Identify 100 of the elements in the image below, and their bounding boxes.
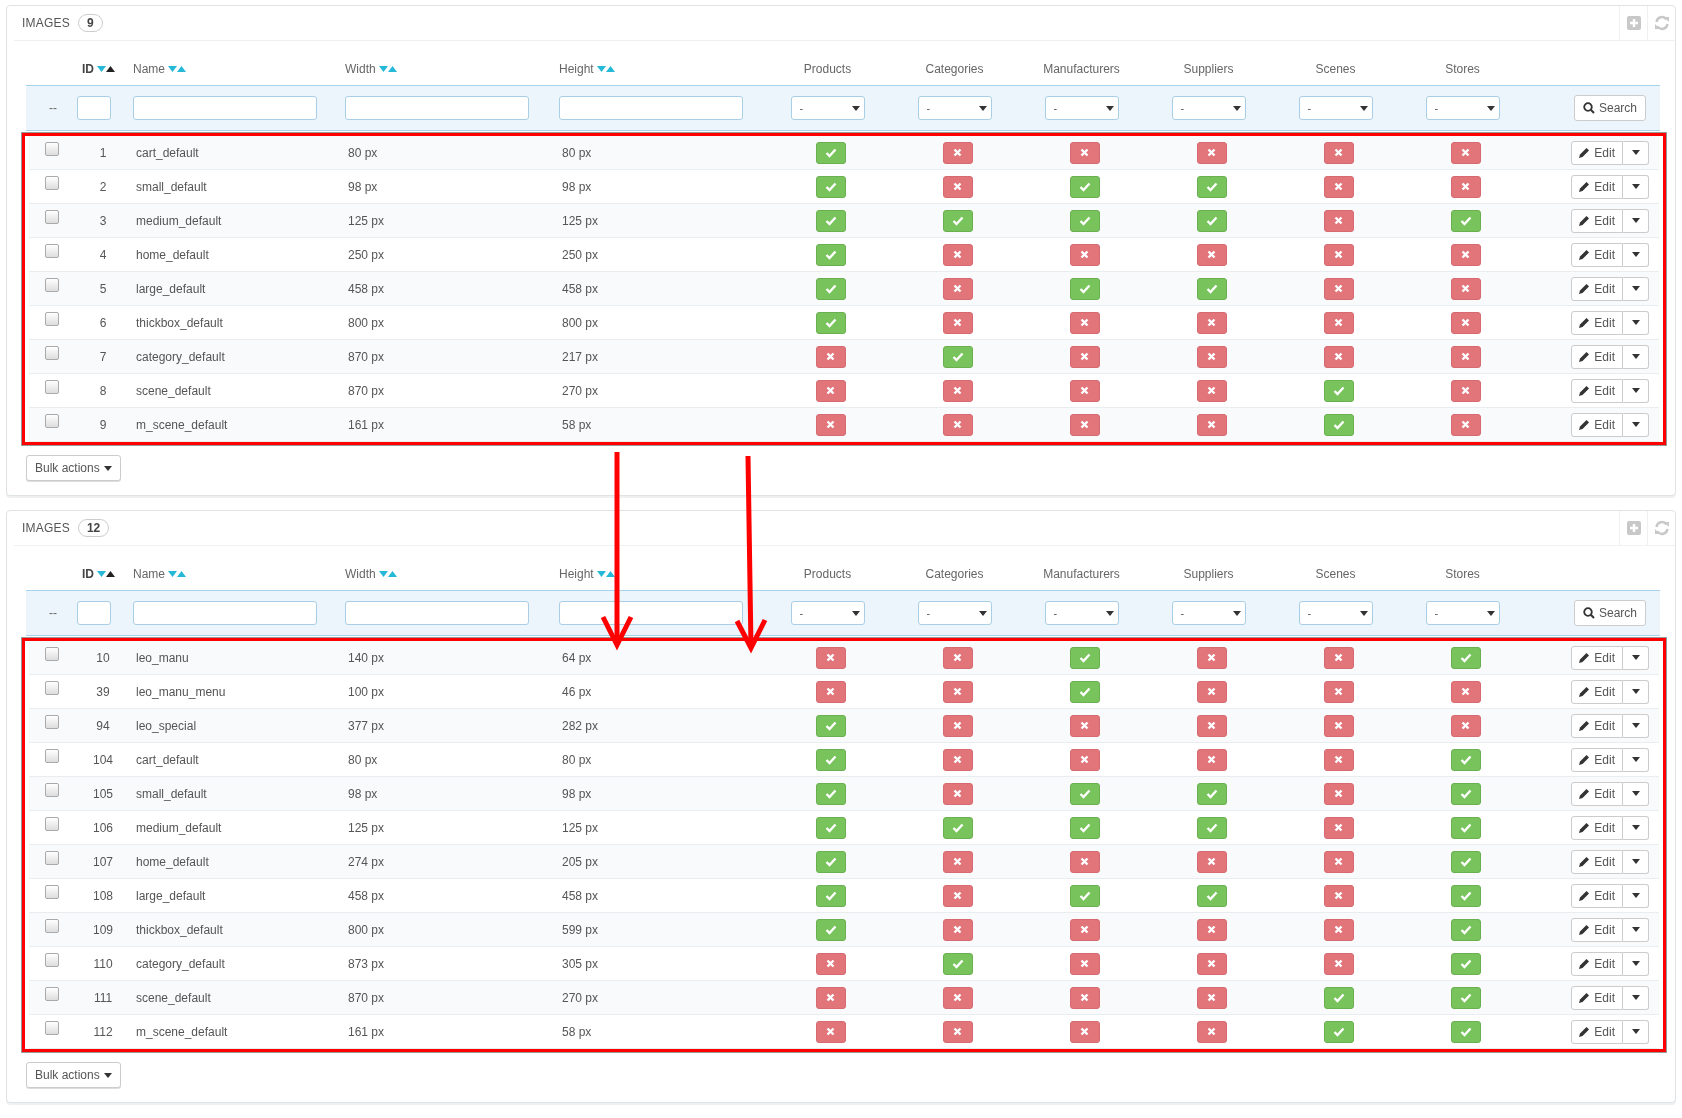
cross-icon[interactable] — [1196, 714, 1227, 737]
cross-icon[interactable] — [1450, 680, 1481, 703]
cross-icon[interactable] — [1323, 243, 1354, 266]
edit-button[interactable]: Edit — [1571, 781, 1623, 806]
cross-icon[interactable] — [1196, 345, 1227, 368]
cross-icon[interactable] — [1196, 646, 1227, 669]
filter-dropdown[interactable]: - — [1044, 96, 1119, 120]
edit-button[interactable]: Edit — [1571, 378, 1623, 403]
cross-icon[interactable] — [942, 850, 973, 873]
cross-icon[interactable] — [942, 782, 973, 805]
dropdown-button[interactable] — [1623, 378, 1649, 403]
filter-field[interactable] — [559, 601, 743, 625]
check-icon[interactable] — [815, 918, 846, 941]
check-icon[interactable] — [1196, 816, 1227, 839]
dropdown-button[interactable] — [1623, 412, 1649, 437]
cross-icon[interactable] — [1069, 345, 1100, 368]
cross-icon[interactable] — [1323, 209, 1354, 232]
cross-icon[interactable] — [815, 1020, 846, 1043]
filter-dropdown[interactable]: - — [1171, 96, 1246, 120]
row-checkbox[interactable] — [45, 277, 59, 292]
cross-icon[interactable] — [1069, 850, 1100, 873]
sort-descending-icon[interactable] — [596, 571, 606, 577]
cross-icon[interactable] — [1196, 850, 1227, 873]
dropdown-button[interactable] — [1623, 679, 1649, 704]
cross-icon[interactable] — [942, 175, 973, 198]
dropdown-button[interactable] — [1623, 849, 1649, 874]
cross-icon[interactable] — [1323, 311, 1354, 334]
edit-button[interactable]: Edit — [1571, 344, 1623, 369]
dropdown-button[interactable] — [1623, 713, 1649, 738]
dropdown-button[interactable] — [1623, 242, 1649, 267]
cross-icon[interactable] — [1196, 952, 1227, 975]
cross-icon[interactable] — [1196, 680, 1227, 703]
bulk-actions-button[interactable]: Bulk actions — [26, 1062, 121, 1088]
cross-icon[interactable] — [1069, 413, 1100, 436]
row-checkbox[interactable] — [45, 952, 59, 967]
check-icon[interactable] — [1323, 986, 1354, 1009]
row-checkbox[interactable] — [45, 413, 59, 428]
cross-icon[interactable] — [815, 413, 846, 436]
filter-dropdown[interactable]: - — [1044, 601, 1119, 625]
edit-button[interactable]: Edit — [1571, 174, 1623, 199]
check-icon[interactable] — [1450, 884, 1481, 907]
dropdown-button[interactable] — [1623, 140, 1649, 165]
cross-icon[interactable] — [1069, 141, 1100, 164]
cross-icon[interactable] — [942, 311, 973, 334]
edit-button[interactable]: Edit — [1571, 645, 1623, 670]
cross-icon[interactable] — [942, 918, 973, 941]
cross-icon[interactable] — [1196, 986, 1227, 1009]
filter-dropdown[interactable]: - — [1298, 601, 1373, 625]
cross-icon[interactable] — [942, 986, 973, 1009]
edit-button[interactable]: Edit — [1571, 849, 1623, 874]
row-checkbox[interactable] — [45, 345, 59, 360]
check-icon[interactable] — [1323, 379, 1354, 402]
cross-icon[interactable] — [815, 345, 846, 368]
row-checkbox[interactable] — [45, 680, 59, 695]
cross-icon[interactable] — [1450, 277, 1481, 300]
cross-icon[interactable] — [942, 243, 973, 266]
dropdown-button[interactable] — [1623, 985, 1649, 1010]
sort-descending-icon[interactable] — [378, 66, 388, 72]
edit-button[interactable]: Edit — [1571, 985, 1623, 1010]
cross-icon[interactable] — [1323, 141, 1354, 164]
row-checkbox[interactable] — [45, 379, 59, 394]
cross-icon[interactable] — [1069, 243, 1100, 266]
dropdown-button[interactable] — [1623, 174, 1649, 199]
row-checkbox[interactable] — [45, 850, 59, 865]
edit-button[interactable]: Edit — [1571, 412, 1623, 437]
row-checkbox[interactable] — [45, 816, 59, 831]
filter-field[interactable] — [77, 601, 111, 625]
check-icon[interactable] — [1450, 748, 1481, 771]
check-icon[interactable] — [1450, 782, 1481, 805]
column-header[interactable]: Height — [559, 62, 594, 76]
cross-icon[interactable] — [942, 748, 973, 771]
filter-dropdown[interactable]: - — [1298, 96, 1373, 120]
cross-icon[interactable] — [942, 714, 973, 737]
filter-field[interactable] — [345, 96, 529, 120]
cross-icon[interactable] — [942, 141, 973, 164]
sort-descending-icon[interactable] — [378, 571, 388, 577]
cross-icon[interactable] — [1069, 379, 1100, 402]
check-icon[interactable] — [1069, 277, 1100, 300]
row-checkbox[interactable] — [45, 209, 59, 224]
cross-icon[interactable] — [1069, 748, 1100, 771]
cross-icon[interactable] — [1323, 850, 1354, 873]
cross-icon[interactable] — [1196, 918, 1227, 941]
check-icon[interactable] — [1196, 209, 1227, 232]
dropdown-button[interactable] — [1623, 781, 1649, 806]
row-checkbox[interactable] — [45, 714, 59, 729]
check-icon[interactable] — [815, 141, 846, 164]
dropdown-button[interactable] — [1623, 917, 1649, 942]
edit-button[interactable]: Edit — [1571, 1019, 1623, 1044]
cross-icon[interactable] — [1323, 345, 1354, 368]
edit-button[interactable]: Edit — [1571, 310, 1623, 335]
cross-icon[interactable] — [1450, 413, 1481, 436]
bulk-actions-button[interactable]: Bulk actions — [26, 455, 121, 481]
check-icon[interactable] — [1450, 850, 1481, 873]
row-checkbox[interactable] — [45, 1020, 59, 1035]
cross-icon[interactable] — [1196, 748, 1227, 771]
dropdown-button[interactable] — [1623, 747, 1649, 772]
column-header[interactable]: ID — [82, 567, 94, 581]
cross-icon[interactable] — [1323, 884, 1354, 907]
check-icon[interactable] — [815, 311, 846, 334]
cross-icon[interactable] — [1323, 646, 1354, 669]
